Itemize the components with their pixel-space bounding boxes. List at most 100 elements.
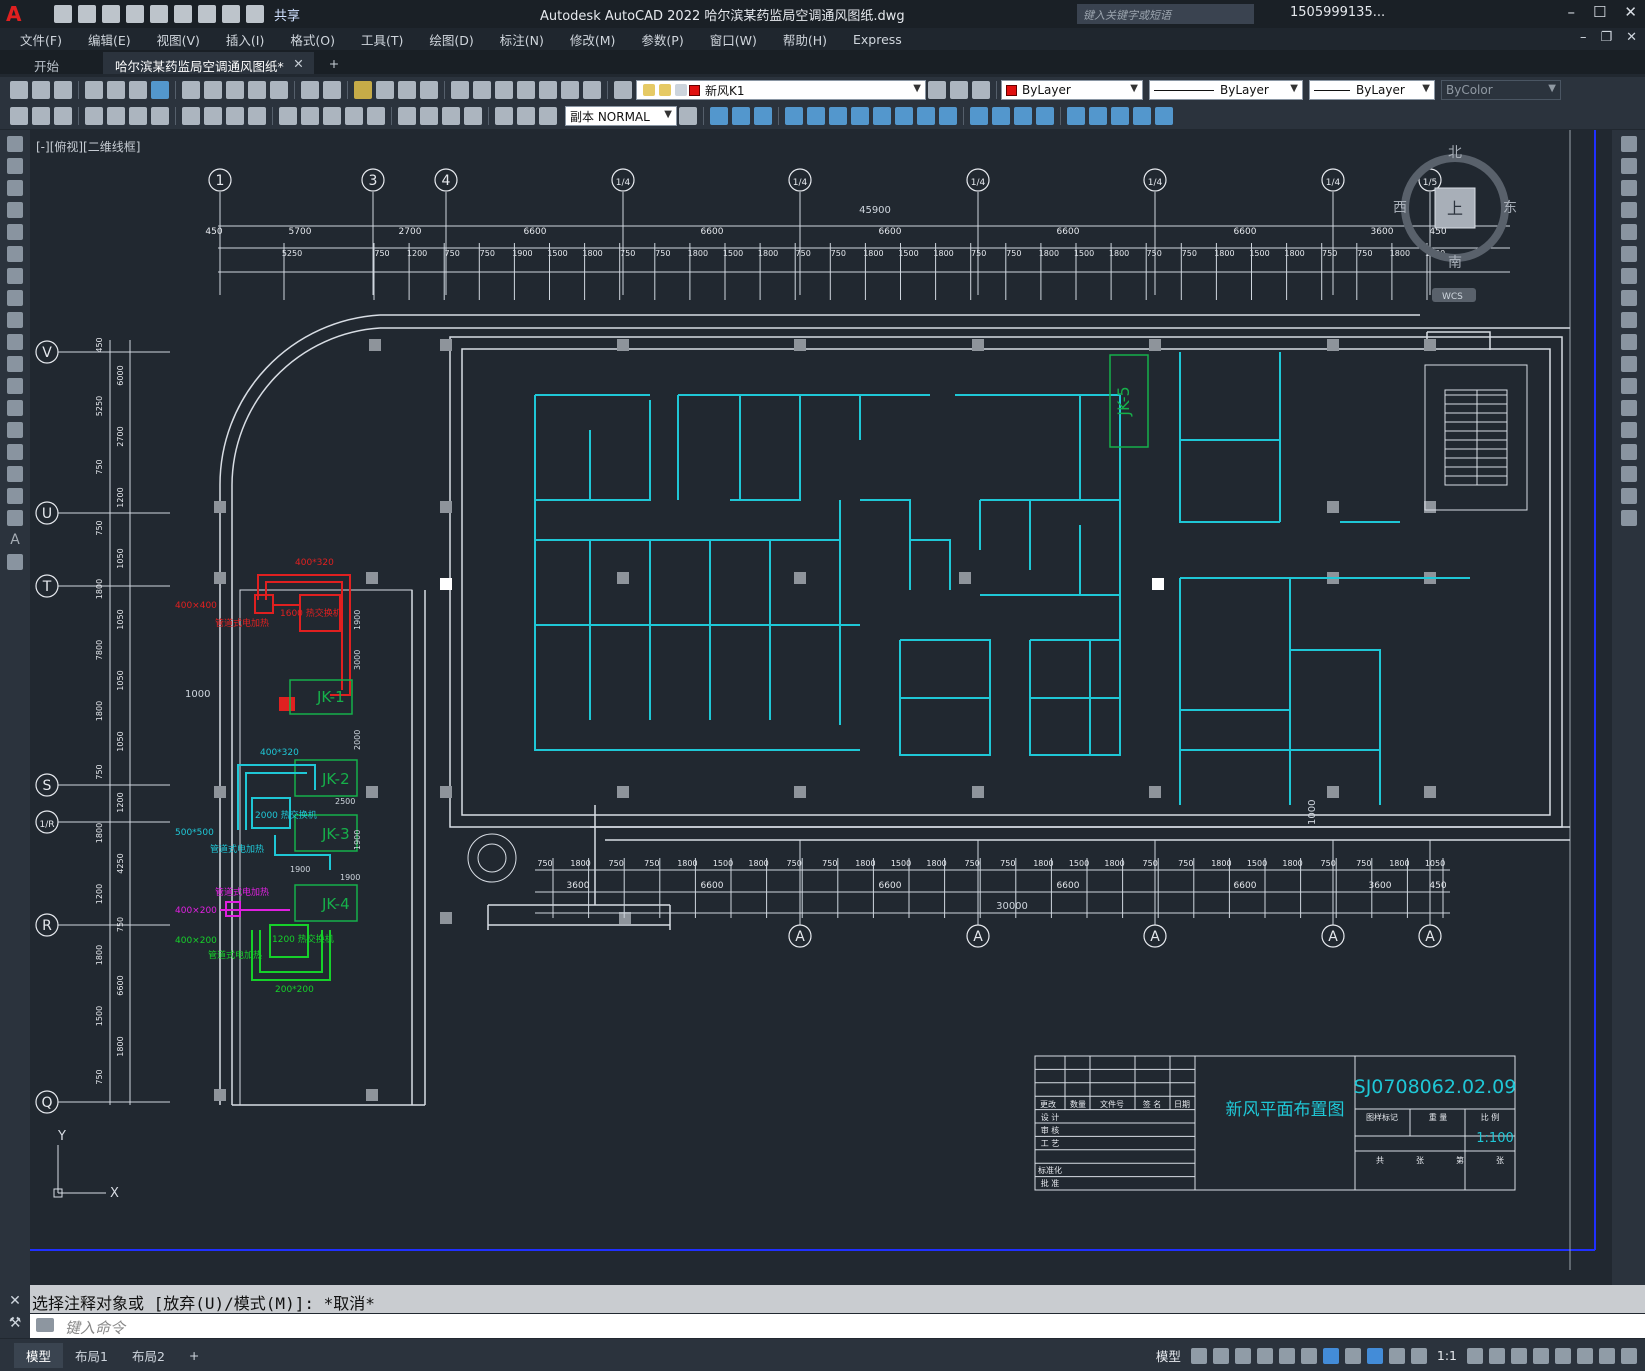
modify-4-icon[interactable] xyxy=(785,107,803,125)
viewcube-south[interactable]: 南 xyxy=(1448,255,1462,271)
viewport-label[interactable]: [-][俯视][二维线框] xyxy=(36,138,140,155)
new-tab-icon[interactable]: + xyxy=(326,53,342,74)
menu-draw[interactable]: 绘图(D) xyxy=(425,30,477,49)
ordinate-icon[interactable] xyxy=(151,107,169,125)
save-icon[interactable] xyxy=(54,81,72,99)
viewcube-east[interactable]: 东 xyxy=(1503,200,1517,216)
lineweight-icon[interactable] xyxy=(1344,1347,1361,1364)
inspect-icon[interactable] xyxy=(442,107,460,125)
table-icon[interactable] xyxy=(7,510,23,526)
search-input[interactable]: 键入关键字或短语 xyxy=(1077,4,1254,24)
preview-icon[interactable] xyxy=(107,81,125,99)
dim-update-icon[interactable] xyxy=(539,107,557,125)
spline-icon[interactable] xyxy=(7,312,23,328)
viewcube-top[interactable]: 上 xyxy=(1447,199,1463,218)
explode-icon[interactable] xyxy=(1620,510,1637,526)
minimize-icon[interactable]: – xyxy=(1567,3,1575,21)
mtext-icon[interactable]: A xyxy=(7,532,23,548)
wcs-label[interactable]: WCS xyxy=(1442,292,1463,302)
layer-dropdown[interactable]: 新风K1 ▼ xyxy=(636,80,926,100)
snap-icon[interactable] xyxy=(1212,1347,1229,1364)
dimstyle-icon[interactable] xyxy=(679,107,697,125)
extend-icon[interactable] xyxy=(1620,356,1637,372)
menu-tools[interactable]: 工具(T) xyxy=(357,30,407,49)
close-icon[interactable]: ✕ xyxy=(1624,3,1637,21)
dimedit-icon[interactable] xyxy=(495,107,513,125)
menu-express[interactable]: Express xyxy=(849,32,906,47)
revcloud-icon[interactable] xyxy=(7,290,23,306)
tool-a-icon[interactable] xyxy=(10,107,28,125)
zoom-window-icon[interactable] xyxy=(398,81,416,99)
layer-on-icon[interactable] xyxy=(643,84,655,96)
dim-space-icon[interactable] xyxy=(345,107,363,125)
modify-8-icon[interactable] xyxy=(873,107,891,125)
scale-dropdown[interactable]: 1:1 xyxy=(1433,1346,1461,1365)
user-account[interactable]: 1505999135... xyxy=(1290,5,1385,20)
linetype-dropdown[interactable]: ByLayer ▼ xyxy=(1149,80,1303,100)
layout-tab-model[interactable]: 模型 xyxy=(14,1342,64,1368)
construction-line-icon[interactable] xyxy=(7,158,23,174)
osnap-icon[interactable] xyxy=(1322,1347,1339,1364)
menu-edit[interactable]: 编辑(E) xyxy=(84,30,135,49)
modify-13-icon[interactable] xyxy=(992,107,1010,125)
chamfer-icon[interactable] xyxy=(1620,444,1637,460)
modify-16-icon[interactable] xyxy=(1067,107,1085,125)
otrack-icon[interactable] xyxy=(1300,1347,1317,1364)
designcenter-icon[interactable] xyxy=(473,81,491,99)
tool-c-icon[interactable] xyxy=(54,107,72,125)
paste-icon[interactable] xyxy=(226,81,244,99)
modify-15-icon[interactable] xyxy=(1036,107,1054,125)
modify-19-icon[interactable] xyxy=(1133,107,1151,125)
customization-menu-icon[interactable] xyxy=(1621,1347,1637,1364)
copy-object-icon[interactable] xyxy=(1620,158,1637,174)
join-icon[interactable] xyxy=(1620,422,1637,438)
properties-icon[interactable] xyxy=(451,81,469,99)
angular-icon[interactable] xyxy=(248,107,266,125)
zoom-realtime-icon[interactable] xyxy=(376,81,394,99)
arc-length-icon[interactable] xyxy=(129,107,147,125)
viewcube[interactable]: 上 北 南 西 东 WCS xyxy=(1393,145,1517,302)
modify-10-icon[interactable] xyxy=(917,107,935,125)
modify-20-icon[interactable] xyxy=(1155,107,1173,125)
gradient-icon[interactable] xyxy=(7,466,23,482)
open-icon[interactable] xyxy=(78,5,96,23)
blend-icon[interactable] xyxy=(1620,488,1637,504)
baseline-icon[interactable] xyxy=(301,107,319,125)
center-mark-icon[interactable] xyxy=(420,107,438,125)
annotation-monitor-icon[interactable] xyxy=(1489,1347,1505,1364)
command-input[interactable]: 键入命令 xyxy=(30,1314,1645,1338)
command-icon[interactable] xyxy=(36,1318,54,1332)
save-as-icon[interactable] xyxy=(126,5,144,23)
insert-block-icon[interactable] xyxy=(7,378,23,394)
menu-modify[interactable]: 修改(M) xyxy=(566,30,620,49)
tab-start[interactable]: 开始 xyxy=(22,52,71,74)
copy-icon[interactable] xyxy=(204,81,222,99)
move-icon[interactable] xyxy=(1620,246,1637,262)
make-current-icon[interactable] xyxy=(928,81,946,99)
layer-thaw-icon[interactable] xyxy=(659,84,671,96)
doc-close-icon[interactable]: ✕ xyxy=(1626,30,1637,45)
layer-properties-icon[interactable] xyxy=(614,81,632,99)
region-icon[interactable] xyxy=(7,488,23,504)
menu-format[interactable]: 格式(O) xyxy=(286,30,339,49)
mirror-icon[interactable] xyxy=(1620,180,1637,196)
redo-icon[interactable] xyxy=(323,81,341,99)
drawing-canvas[interactable]: 450 5700 2700 6600 6600 6600 6600 6600 3600 450 5… xyxy=(30,130,1612,1270)
trim-icon[interactable] xyxy=(1620,334,1637,350)
layer-lock-icon[interactable] xyxy=(675,84,687,96)
redo-icon[interactable] xyxy=(246,5,264,23)
model-space-button[interactable]: 模型 xyxy=(1152,1344,1185,1367)
polygon-icon[interactable] xyxy=(7,202,23,218)
erase-icon[interactable] xyxy=(1620,136,1637,152)
web-mobile-icon[interactable] xyxy=(150,5,168,23)
3dprint-icon[interactable] xyxy=(151,81,169,99)
radius-icon[interactable] xyxy=(182,107,200,125)
plot-icon[interactable] xyxy=(198,5,216,23)
menu-window[interactable]: 窗口(W) xyxy=(706,30,761,49)
modify-17-icon[interactable] xyxy=(1089,107,1107,125)
tolerance-icon[interactable] xyxy=(398,107,416,125)
hatch-icon[interactable] xyxy=(7,444,23,460)
tab-close-icon[interactable]: ✕ xyxy=(293,56,303,71)
modify-11-icon[interactable] xyxy=(939,107,957,125)
graphics-performance-icon[interactable] xyxy=(1577,1347,1593,1364)
